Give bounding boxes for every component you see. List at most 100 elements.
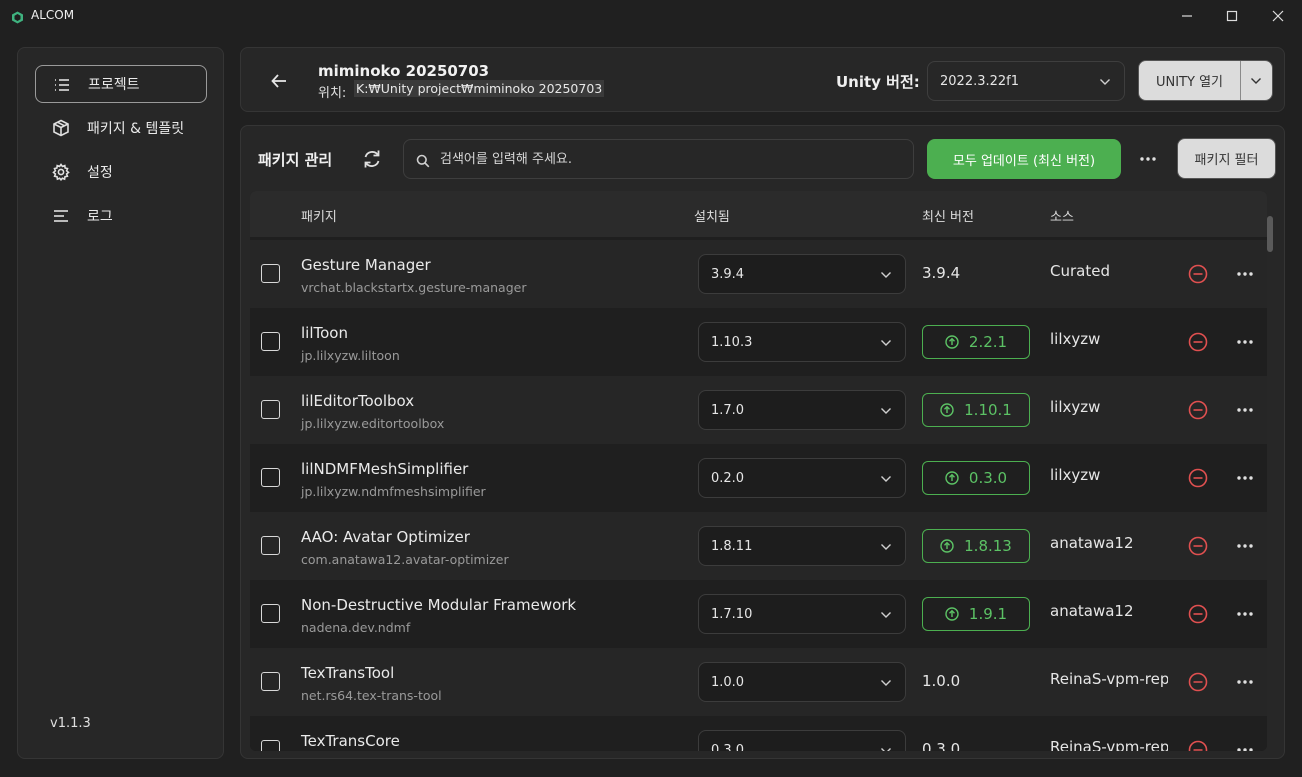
- upgrade-version-button[interactable]: 1.9.1: [922, 597, 1030, 631]
- unity-version-select[interactable]: 2022.3.22f1: [927, 61, 1125, 101]
- minimize-button[interactable]: [1164, 0, 1210, 32]
- row-more-icon[interactable]: [1234, 469, 1256, 487]
- package-id: jp.lilxyzw.ndmfmeshsimplifier: [301, 484, 486, 499]
- latest-version-value: 3.9.4: [922, 264, 961, 282]
- remove-package-icon[interactable]: [1188, 332, 1208, 352]
- package-name: lilToon: [301, 324, 348, 342]
- open-unity-button[interactable]: UNITY 열기: [1139, 61, 1240, 100]
- installed-version-select[interactable]: 1.0.0: [698, 662, 906, 702]
- package-id: nadena.dev.ndmf: [301, 620, 411, 635]
- table-row: lilEditorToolbox jp.lilxyzw.editortoolbox…: [250, 376, 1267, 444]
- table-row: TexTransTool net.rs64.tex-trans-tool 1.0.0…: [250, 648, 1267, 716]
- row-checkbox[interactable]: [261, 468, 280, 487]
- search-input[interactable]: [440, 140, 900, 178]
- row-more-icon[interactable]: [1234, 673, 1256, 691]
- app-logo-icon: [11, 9, 24, 24]
- arrow-up-circle-icon: [940, 403, 954, 417]
- more-options-icon[interactable]: [1137, 150, 1159, 168]
- remove-package-icon[interactable]: [1188, 536, 1208, 556]
- arrow-up-circle-icon: [945, 335, 959, 349]
- package-name: lilEditorToolbox: [301, 392, 415, 410]
- row-more-icon[interactable]: [1234, 401, 1256, 419]
- installed-version-select[interactable]: 0.3.0: [698, 730, 906, 751]
- row-checkbox[interactable]: [261, 604, 280, 623]
- row-more-icon[interactable]: [1234, 605, 1256, 623]
- installed-version-select[interactable]: 1.10.3: [698, 322, 906, 362]
- installed-version-value: 1.8.11: [711, 539, 753, 554]
- title-bar: ALCOM: [0, 0, 1302, 32]
- column-header-latest: 최신 버전: [922, 210, 974, 225]
- table-header: 패키지 설치됨 최신 버전 소스: [250, 191, 1267, 237]
- sidebar-item-settings[interactable]: 설정: [35, 153, 207, 191]
- upgrade-version-button[interactable]: 2.2.1: [922, 325, 1030, 359]
- column-header-package: 패키지: [301, 210, 337, 225]
- package-filter-button[interactable]: 패키지 필터: [1177, 138, 1276, 179]
- sidebar-item-projects[interactable]: 프로젝트: [35, 65, 207, 103]
- package-id: vrchat.blackstartx.gesture-manager: [301, 280, 527, 295]
- package-name: TexTransTool: [301, 664, 395, 682]
- installed-version-select[interactable]: 1.7.10: [698, 594, 906, 634]
- maximize-icon: [1226, 10, 1238, 22]
- column-header-installed: 설치됨: [694, 210, 730, 225]
- upgrade-version-button[interactable]: 0.3.0: [922, 461, 1030, 495]
- close-button[interactable]: [1255, 0, 1301, 32]
- remove-package-icon[interactable]: [1188, 264, 1208, 284]
- close-icon: [1272, 10, 1284, 22]
- installed-version-value: 1.7.10: [711, 607, 753, 622]
- open-unity-dropdown-button[interactable]: [1241, 61, 1272, 100]
- package-source: anatawa12: [1050, 602, 1134, 620]
- table-row: lilToon jp.lilxyzw.liltoon 1.10.3 2.2.1 lilx…: [250, 308, 1267, 376]
- table-row: Non-Destructive Modular Framework nadena.…: [250, 580, 1267, 648]
- installed-version-value: 0.2.0: [711, 471, 745, 486]
- row-checkbox[interactable]: [261, 672, 280, 691]
- latest-version-value: 1.8.13: [964, 537, 1012, 555]
- unity-version-label: Unity 버전:: [836, 73, 920, 91]
- package-source: anatawa12: [1050, 534, 1134, 552]
- latest-version-value: 0.3.0: [968, 469, 1008, 487]
- table-row: TexTransCorenet.rs64.tex-trans-core0.3.0…: [250, 716, 1267, 751]
- upgrade-version-button[interactable]: 1.8.13: [922, 529, 1030, 563]
- row-checkbox[interactable]: [261, 400, 280, 419]
- installed-version-select[interactable]: 3.9.4: [698, 254, 906, 294]
- package-id: jp.lilxyzw.editortoolbox: [301, 416, 445, 431]
- installed-version-select[interactable]: 1.8.11: [698, 526, 906, 566]
- installed-version-value: 3.9.4: [711, 267, 745, 282]
- latest-version-value: 1.0.0: [922, 672, 961, 690]
- list-icon: [53, 76, 71, 94]
- chevron-down-icon: [881, 612, 891, 618]
- gear-icon: [52, 163, 70, 182]
- open-unity-button-group: UNITY 열기: [1138, 60, 1273, 101]
- chevron-down-icon: [881, 272, 891, 278]
- installed-version-value: 1.10.3: [711, 335, 753, 350]
- maximize-button[interactable]: [1209, 0, 1255, 32]
- row-more-icon[interactable]: [1234, 537, 1256, 555]
- remove-package-icon[interactable]: [1188, 740, 1208, 751]
- row-checkbox[interactable]: [261, 740, 280, 751]
- chevron-down-icon: [881, 680, 891, 686]
- row-checkbox[interactable]: [261, 536, 280, 555]
- installed-version-select[interactable]: 1.7.0: [698, 390, 906, 430]
- remove-package-icon[interactable]: [1188, 672, 1208, 692]
- row-more-icon[interactable]: [1234, 265, 1256, 283]
- installed-version-select[interactable]: 0.2.0: [698, 458, 906, 498]
- remove-package-icon[interactable]: [1188, 604, 1208, 624]
- row-more-icon[interactable]: [1234, 333, 1256, 351]
- log-icon: [52, 207, 70, 225]
- package-name: TexTransCore: [301, 732, 400, 750]
- arrow-left-icon: [271, 74, 286, 88]
- sidebar-item-packages-templates[interactable]: 패키지 & 템플릿: [35, 109, 207, 147]
- back-button[interactable]: [265, 68, 293, 94]
- package-id: com.anatawa12.avatar-optimizer: [301, 552, 509, 567]
- package-source: ReinaS-vpm-repo: [1050, 670, 1168, 688]
- table-scrollbar[interactable]: [1267, 216, 1273, 252]
- refresh-icon[interactable]: [361, 148, 383, 170]
- package-id: jp.lilxyzw.liltoon: [301, 348, 400, 363]
- row-more-icon[interactable]: [1234, 741, 1256, 751]
- update-all-button[interactable]: 모두 업데이트 (최신 버전): [927, 139, 1121, 179]
- row-checkbox[interactable]: [261, 264, 280, 283]
- remove-package-icon[interactable]: [1188, 400, 1208, 420]
- sidebar-item-logs[interactable]: 로그: [35, 197, 207, 235]
- row-checkbox[interactable]: [261, 332, 280, 351]
- upgrade-version-button[interactable]: 1.10.1: [922, 393, 1030, 427]
- remove-package-icon[interactable]: [1188, 468, 1208, 488]
